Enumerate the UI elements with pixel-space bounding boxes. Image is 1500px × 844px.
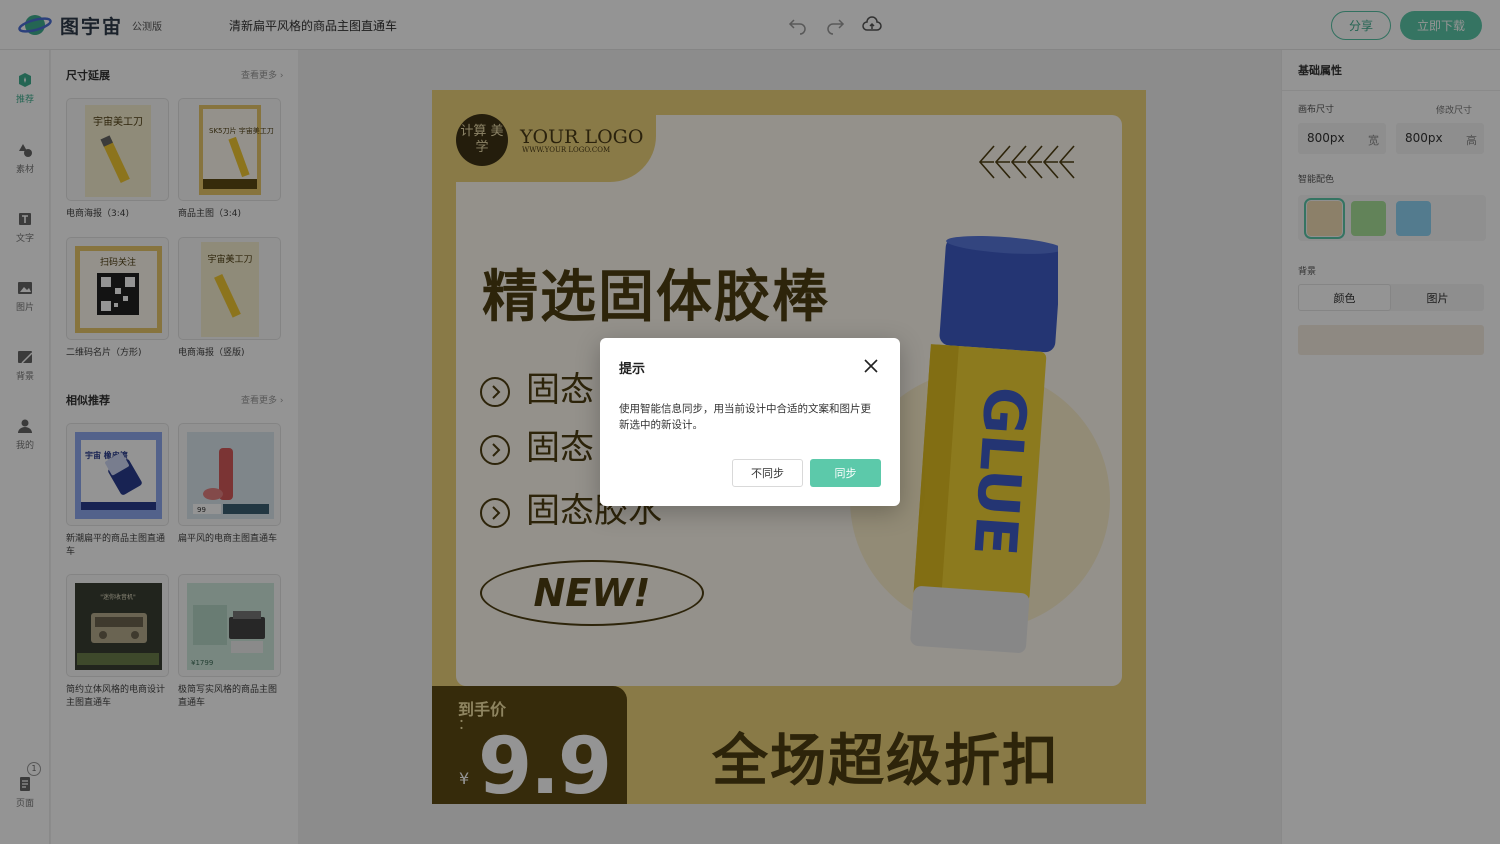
- sync-dialog: 提示 使用智能信息同步，用当前设计中合适的文案和图片更新选中的新设计。 不同步 …: [600, 338, 900, 506]
- dialog-message: 使用智能信息同步，用当前设计中合适的文案和图片更新选中的新设计。: [619, 403, 871, 431]
- close-icon[interactable]: [862, 357, 880, 375]
- dialog-title: 提示: [619, 362, 646, 377]
- no-sync-button[interactable]: 不同步: [732, 459, 803, 487]
- sync-button[interactable]: 同步: [810, 459, 881, 487]
